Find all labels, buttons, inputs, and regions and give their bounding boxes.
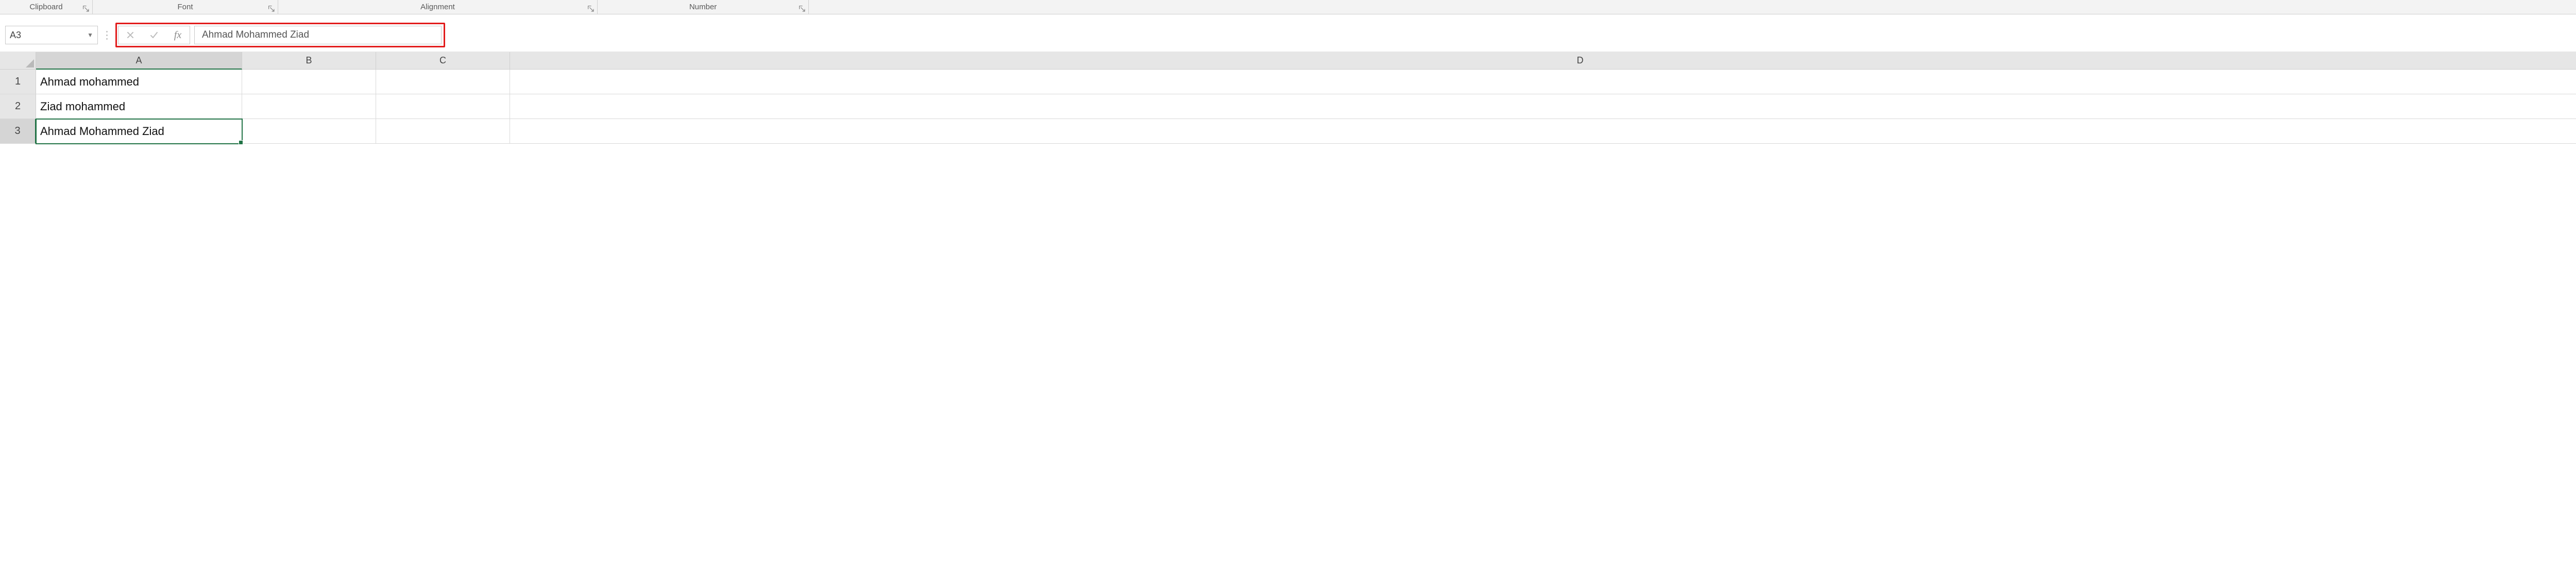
col-header-A[interactable]: A (36, 52, 242, 70)
formula-bar-highlight: fx Ahmad Mohammed Ziad (115, 23, 445, 47)
chevron-down-icon[interactable]: ▼ (87, 31, 93, 39)
fx-label: fx (174, 29, 181, 41)
cell-C2[interactable] (376, 94, 510, 119)
cell-B3[interactable] (242, 119, 376, 144)
dialog-launcher-icon[interactable] (798, 5, 805, 12)
cell-B1[interactable] (242, 70, 376, 94)
ribbon-group-alignment-label: Alignment (278, 3, 597, 11)
cell-A2[interactable]: Ziad mohammed (36, 94, 242, 119)
insert-function-button[interactable]: fx (166, 26, 190, 44)
col-header-C[interactable]: C (376, 52, 510, 70)
cell-D2[interactable] (510, 94, 2576, 119)
cell-B2[interactable] (242, 94, 376, 119)
formula-bar-buttons: fx (118, 26, 190, 44)
cell-D1[interactable] (510, 70, 2576, 94)
dialog-launcher-icon[interactable] (267, 5, 275, 12)
ribbon-group-alignment: Alignment (278, 0, 598, 14)
col-header-B[interactable]: B (242, 52, 376, 70)
cell-D3[interactable] (510, 119, 2576, 144)
select-all-corner[interactable] (0, 52, 36, 70)
formula-bar-row: A3 ▼ fx Ahmad Mohammed Ziad (0, 14, 2576, 52)
cell-A3[interactable]: Ahmad Mohammed Ziad (36, 119, 242, 144)
row-header-1[interactable]: 1 (0, 70, 36, 94)
ribbon-group-font: Font (93, 0, 278, 14)
name-box[interactable]: A3 ▼ (5, 26, 98, 44)
grip-icon (103, 31, 110, 40)
cell-C3[interactable] (376, 119, 510, 144)
name-box-value: A3 (10, 30, 21, 41)
formula-input-value: Ahmad Mohammed Ziad (202, 29, 309, 41)
row-header-2[interactable]: 2 (0, 94, 36, 119)
enter-icon[interactable] (142, 26, 166, 44)
ribbon-group-clipboard: Clipboard (0, 0, 93, 14)
col-header-D[interactable]: D (510, 52, 2576, 70)
spreadsheet-grid: A B C D 1 Ahmad mohammed 2 Ziad mohammed… (0, 52, 2576, 144)
ribbon-group-number: Number (598, 0, 809, 14)
ribbon-group-clipboard-label: Clipboard (0, 3, 92, 11)
ribbon-group-number-label: Number (598, 3, 808, 11)
ribbon-group-labels: Clipboard Font Alignment Number (0, 0, 2576, 14)
row-header-3[interactable]: 3 (0, 119, 36, 144)
dialog-launcher-icon[interactable] (82, 5, 89, 12)
cell-A1[interactable]: Ahmad mohammed (36, 70, 242, 94)
cancel-icon[interactable] (118, 26, 142, 44)
dialog-launcher-icon[interactable] (587, 5, 594, 12)
formula-input[interactable]: Ahmad Mohammed Ziad (194, 26, 442, 44)
ribbon-group-font-label: Font (93, 3, 278, 11)
cell-C1[interactable] (376, 70, 510, 94)
